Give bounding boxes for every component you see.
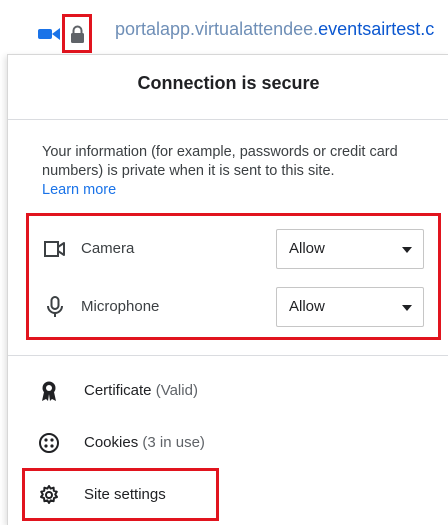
permission-row-microphone: Microphone Allow	[29, 282, 438, 332]
cookies-count: (3 in use)	[142, 434, 205, 451]
microphone-permission-select[interactable]: Allow	[276, 287, 424, 327]
certificate-text: Certificate	[84, 382, 152, 399]
certificate-label: Certificate (Valid)	[84, 382, 198, 399]
popup-title: Connection is secure	[137, 73, 320, 93]
cookies-label: Cookies (3 in use)	[84, 434, 205, 451]
divider	[8, 119, 448, 120]
camera-icon	[44, 241, 65, 257]
cookie-icon	[39, 433, 59, 453]
lock-icon[interactable]	[70, 25, 85, 44]
info-text: Your information (for example, passwords…	[42, 144, 398, 179]
security-info: Your information (for example, passwords…	[42, 143, 432, 200]
certificate-icon	[42, 381, 56, 401]
chevron-down-icon	[402, 305, 412, 311]
url-text[interactable]: portalapp.virtualattendee.eventsairtest.…	[115, 19, 434, 40]
site-settings-item[interactable]: Site settings	[8, 473, 448, 517]
url-domain: eventsairtest.c	[318, 19, 435, 39]
cookies-item[interactable]: Cookies (3 in use)	[8, 421, 448, 465]
certificate-item[interactable]: Certificate (Valid)	[8, 369, 448, 413]
camera-permission-value: Allow	[289, 240, 325, 257]
permission-row-camera: Camera Allow	[29, 224, 438, 274]
camera-permission-select[interactable]: Allow	[276, 229, 424, 269]
microphone-label: Microphone	[81, 298, 160, 315]
gear-icon	[40, 485, 58, 504]
video-camera-in-use-icon[interactable]	[38, 26, 62, 42]
chevron-down-icon	[402, 247, 412, 253]
site-settings-label: Site settings	[84, 486, 166, 503]
camera-label: Camera	[81, 240, 135, 257]
permissions-section: Camera Allow Microphone Allow	[26, 213, 441, 340]
learn-more-link[interactable]: Learn more	[42, 182, 116, 198]
cookies-text: Cookies	[84, 434, 139, 451]
microphone-permission-value: Allow	[289, 298, 325, 315]
site-info-popup: Connection is secure Your information (f…	[7, 54, 448, 525]
microphone-icon	[47, 296, 63, 317]
certificate-status: (Valid)	[155, 382, 198, 399]
divider	[8, 355, 448, 356]
lock-highlight	[62, 14, 92, 53]
url-prefix: portalapp.virtualattendee.	[115, 19, 319, 39]
